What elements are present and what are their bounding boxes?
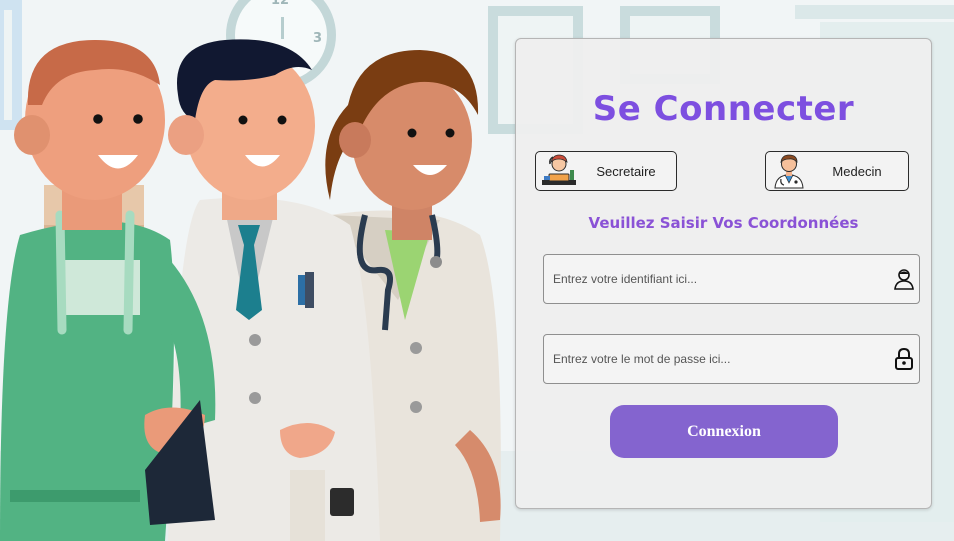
- doctor-role-label: Medecin: [832, 163, 882, 179]
- login-button[interactable]: Connexion: [610, 405, 838, 458]
- user-icon: [889, 268, 919, 290]
- secretary-role-label: Secretaire: [596, 163, 656, 179]
- wall-shelf: [795, 5, 954, 19]
- form-subtitle: Veuillez Saisir Vos Coordonnées: [588, 214, 859, 232]
- page-title: Se Connecter: [592, 89, 855, 129]
- password-field[interactable]: [543, 334, 920, 384]
- login-panel: Se Connecter Secretaire Medecin Veuillez…: [515, 38, 932, 509]
- secretary-role-button[interactable]: Secretaire: [535, 151, 677, 191]
- doctor-icon: [766, 152, 812, 190]
- username-field[interactable]: [543, 254, 920, 304]
- medical-staff-illustration: [0, 39, 501, 541]
- lock-icon: [889, 348, 919, 370]
- secretary-icon: [536, 152, 582, 190]
- password-input[interactable]: [544, 335, 889, 383]
- username-input[interactable]: [544, 255, 889, 303]
- doctor-role-button[interactable]: Medecin: [765, 151, 909, 191]
